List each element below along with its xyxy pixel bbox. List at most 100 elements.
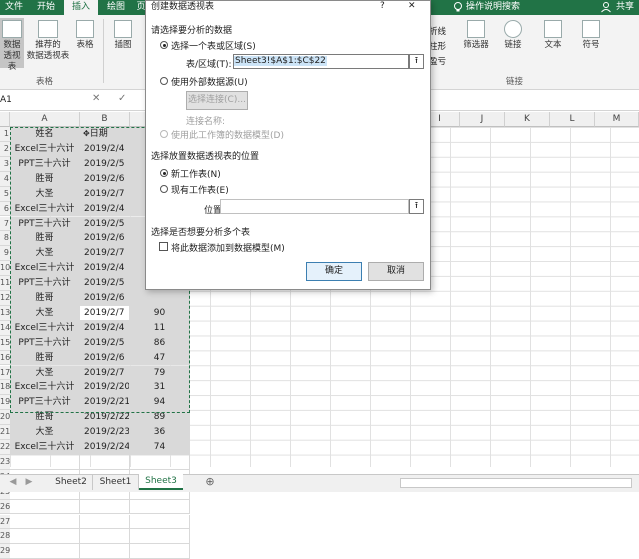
next-sheet-icon[interactable]: ▶ xyxy=(24,474,34,490)
sparkline-line[interactable]: 折线 xyxy=(429,25,446,37)
row-header[interactable]: 12 xyxy=(0,291,10,306)
ok-button[interactable]: 确定 xyxy=(306,262,362,281)
cell-name[interactable] xyxy=(10,514,80,530)
cell-value[interactable] xyxy=(130,514,190,530)
cell-value[interactable] xyxy=(130,454,190,470)
cell-name[interactable] xyxy=(10,454,80,470)
pivot-table-button[interactable]: 数据 透视表 xyxy=(0,18,24,72)
row-header[interactable]: 2 xyxy=(0,142,10,157)
row-header[interactable]: 7 xyxy=(0,216,10,232)
tab-insert[interactable]: 插入 xyxy=(64,0,98,15)
collapse-range-icon[interactable]: ⭱ xyxy=(409,54,424,69)
cell-value[interactable] xyxy=(130,544,190,559)
row-header[interactable]: 3 xyxy=(0,156,10,172)
cell-name[interactable] xyxy=(10,544,80,559)
row-header[interactable]: 13 xyxy=(0,305,10,321)
row-header[interactable]: 27 xyxy=(0,514,10,530)
radio-external[interactable] xyxy=(160,77,168,85)
row-header[interactable]: 4 xyxy=(0,171,10,187)
row-header[interactable]: 21 xyxy=(0,425,10,440)
row-header[interactable]: 11 xyxy=(0,276,10,291)
label-external[interactable]: 使用外部数据源(U) xyxy=(171,75,248,88)
label-data-model[interactable]: 使用此工作簿的数据模型(D) xyxy=(171,128,284,141)
illustrations-button[interactable]: 插图 xyxy=(108,18,138,51)
tell-me-search[interactable]: 操作说明搜索 xyxy=(466,0,536,15)
row-header[interactable]: 28 xyxy=(0,529,10,545)
cell-name[interactable] xyxy=(10,499,80,515)
name-box[interactable]: A1 xyxy=(0,93,60,107)
symbol-button[interactable]: 符号 xyxy=(576,18,606,51)
sheet-tab-sheet3[interactable]: Sheet3 xyxy=(139,474,183,490)
row-header[interactable]: 17 xyxy=(0,365,10,381)
label-existing-sheet[interactable]: 现有工作表(E) xyxy=(171,183,229,196)
prev-sheet-icon[interactable]: ◀ xyxy=(8,474,18,490)
row-header[interactable]: 26 xyxy=(0,499,10,515)
cell-value[interactable]: 74 xyxy=(130,440,190,455)
sheet-tab-sheet2[interactable]: Sheet2 xyxy=(50,474,93,490)
tab-file[interactable]: 文件 xyxy=(0,0,28,15)
row-header[interactable]: 22 xyxy=(0,440,10,455)
add-to-model-checkbox[interactable] xyxy=(159,242,168,251)
close-icon[interactable]: ✕ xyxy=(408,1,416,11)
cell-name[interactable]: Excel三十六计 xyxy=(10,440,80,455)
horizontal-scrollbar[interactable] xyxy=(400,478,632,488)
col-header-b[interactable]: B xyxy=(80,112,130,127)
range-input[interactable]: Sheet3!$A$1:$C$22 xyxy=(233,54,409,69)
help-icon[interactable]: ? xyxy=(380,1,385,11)
row-header[interactable]: 14 xyxy=(0,320,10,336)
radio-data-model[interactable] xyxy=(160,130,168,138)
radio-existing-sheet[interactable] xyxy=(160,185,168,193)
label-add-to-model[interactable]: 将此数据添加到数据模型(M) xyxy=(171,241,285,254)
row-header[interactable]: 10 xyxy=(0,261,10,277)
row-header[interactable]: 6 xyxy=(0,201,10,217)
row-header[interactable]: 5 xyxy=(0,186,10,202)
cell-date[interactable] xyxy=(80,454,130,470)
cell-date[interactable] xyxy=(80,499,130,515)
radio-select-range[interactable] xyxy=(160,41,168,49)
row-header[interactable]: 19 xyxy=(0,395,10,411)
cell-name[interactable] xyxy=(10,529,80,545)
cell-value[interactable]: 36 xyxy=(130,425,190,440)
add-sheet-icon[interactable]: ⊕ xyxy=(203,474,217,490)
sparkline-column[interactable]: 柱形 xyxy=(429,40,446,52)
cell-date[interactable]: 2019/2/23 xyxy=(80,425,130,440)
tab-draw[interactable]: 绘图 xyxy=(99,0,133,15)
location-input[interactable] xyxy=(220,199,409,214)
row-header[interactable]: 9 xyxy=(0,246,10,262)
choose-connection-button[interactable]: 选择连接(C)... xyxy=(186,91,248,110)
label-new-sheet[interactable]: 新工作表(N) xyxy=(171,167,221,180)
recommended-pivot-button[interactable]: 推荐的 数据透视表 xyxy=(26,18,70,62)
row-header[interactable]: 8 xyxy=(0,231,10,247)
collapse-location-icon[interactable]: ⭱ xyxy=(409,199,424,214)
row-header[interactable]: 29 xyxy=(0,544,10,559)
cell-date[interactable] xyxy=(80,529,130,545)
share-button[interactable]: 共享 xyxy=(613,0,637,15)
text-button[interactable]: 文本 xyxy=(538,18,568,51)
cell-name[interactable]: 大圣 xyxy=(10,425,80,440)
select-all-corner[interactable] xyxy=(0,112,10,127)
row-header[interactable]: 15 xyxy=(0,335,10,351)
col-header-j[interactable]: J xyxy=(460,112,505,127)
col-header-m[interactable]: M xyxy=(595,112,639,127)
row-header[interactable]: 20 xyxy=(0,410,10,426)
col-header-k[interactable]: K xyxy=(505,112,550,127)
confirm-formula-icon[interactable]: ✓ xyxy=(118,93,126,104)
cell-date[interactable] xyxy=(80,514,130,530)
cell-date[interactable] xyxy=(80,544,130,559)
radio-new-sheet[interactable] xyxy=(160,169,168,177)
cancel-button[interactable]: 取消 xyxy=(368,262,424,281)
row-header[interactable]: 23 xyxy=(0,454,10,470)
cell-value[interactable] xyxy=(130,499,190,515)
row-header[interactable]: 1 xyxy=(0,127,10,142)
tab-home[interactable]: 开始 xyxy=(29,0,63,15)
cell-date[interactable]: 2019/2/24 xyxy=(80,440,130,455)
col-header-l[interactable]: L xyxy=(550,112,595,127)
label-select-range[interactable]: 选择一个表或区域(S) xyxy=(171,39,256,52)
row-header[interactable]: 16 xyxy=(0,350,10,366)
sparkline-winloss[interactable]: 盈亏 xyxy=(429,55,446,67)
sheet-tab-sheet1[interactable]: Sheet1 xyxy=(93,474,139,490)
cell-value[interactable] xyxy=(130,529,190,545)
cancel-formula-icon[interactable]: ✕ xyxy=(92,93,100,104)
col-header-a[interactable]: A xyxy=(10,112,80,127)
row-header[interactable]: 18 xyxy=(0,380,10,396)
